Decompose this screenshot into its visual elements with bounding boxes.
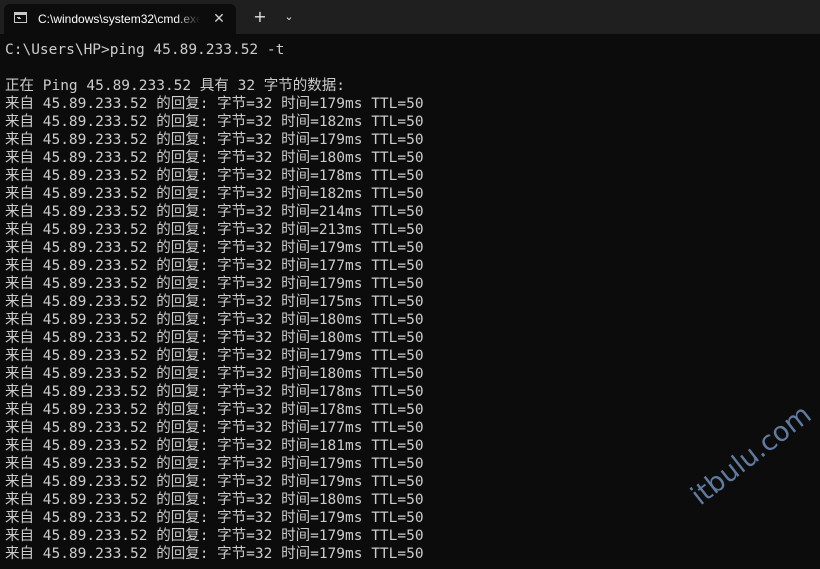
close-icon[interactable]: ✕ <box>210 10 228 28</box>
tab-title: C:\windows\system32\cmd.exe <box>38 12 200 26</box>
terminal-line: 来自 45.89.233.52 的回复: 字节=32 时间=180ms TTL=… <box>5 330 424 346</box>
terminal-line: 来自 45.89.233.52 的回复: 字节=32 时间=179ms TTL=… <box>5 132 424 148</box>
terminal-line: 来自 45.89.233.52 的回复: 字节=32 时间=175ms TTL=… <box>5 294 424 310</box>
title-bar: C:\windows\system32\cmd.exe ✕ + ⌄ <box>0 0 820 34</box>
plus-icon[interactable]: + <box>250 6 270 28</box>
terminal-line: 来自 45.89.233.52 的回复: 字节=32 时间=214ms TTL=… <box>5 204 424 220</box>
terminal-line: 来自 45.89.233.52 的回复: 字节=32 时间=179ms TTL=… <box>5 276 424 292</box>
terminal-line: 来自 45.89.233.52 的回复: 字节=32 时间=179ms TTL=… <box>5 240 424 256</box>
cmd-terminal-icon <box>14 12 27 23</box>
terminal-line: 来自 45.89.233.52 的回复: 字节=32 时间=178ms TTL=… <box>5 402 424 418</box>
terminal-line: C:\Users\HP>ping 45.89.233.52 -t <box>5 42 285 58</box>
terminal-line: 来自 45.89.233.52 的回复: 字节=32 时间=180ms TTL=… <box>5 366 424 382</box>
terminal-line: 来自 45.89.233.52 的回复: 字节=32 时间=179ms TTL=… <box>5 510 424 526</box>
terminal-line: 来自 45.89.233.52 的回复: 字节=32 时间=180ms TTL=… <box>5 150 424 166</box>
terminal-line: 来自 45.89.233.52 的回复: 字节=32 时间=179ms TTL=… <box>5 528 424 544</box>
terminal-line: 来自 45.89.233.52 的回复: 字节=32 时间=179ms TTL=… <box>5 546 424 562</box>
terminal-line: 来自 45.89.233.52 的回复: 字节=32 时间=213ms TTL=… <box>5 222 424 238</box>
terminal-line: 来自 45.89.233.52 的回复: 字节=32 时间=179ms TTL=… <box>5 456 424 472</box>
terminal-line: 来自 45.89.233.52 的回复: 字节=32 时间=179ms TTL=… <box>5 96 424 112</box>
terminal-line: 正在 Ping 45.89.233.52 具有 32 字节的数据: <box>5 78 346 94</box>
chevron-down-icon[interactable]: ⌄ <box>279 6 299 28</box>
terminal-line: 来自 45.89.233.52 的回复: 字节=32 时间=181ms TTL=… <box>5 438 424 454</box>
terminal-line: 来自 45.89.233.52 的回复: 字节=32 时间=182ms TTL=… <box>5 186 424 202</box>
terminal-line: 来自 45.89.233.52 的回复: 字节=32 时间=178ms TTL=… <box>5 168 424 184</box>
terminal-line: 来自 45.89.233.52 的回复: 字节=32 时间=178ms TTL=… <box>5 384 424 400</box>
terminal-line: 来自 45.89.233.52 的回复: 字节=32 时间=177ms TTL=… <box>5 258 424 274</box>
terminal-line: 来自 45.89.233.52 的回复: 字节=32 时间=182ms TTL=… <box>5 114 424 130</box>
terminal-line: 来自 45.89.233.52 的回复: 字节=32 时间=180ms TTL=… <box>5 312 424 328</box>
tab-cmd[interactable]: C:\windows\system32\cmd.exe ✕ <box>4 4 236 34</box>
terminal-window: C:\windows\system32\cmd.exe ✕ + ⌄ C:\Use… <box>0 0 820 569</box>
terminal-line: 来自 45.89.233.52 的回复: 字节=32 时间=179ms TTL=… <box>5 348 424 364</box>
terminal-line: 来自 45.89.233.52 的回复: 字节=32 时间=177ms TTL=… <box>5 420 424 436</box>
